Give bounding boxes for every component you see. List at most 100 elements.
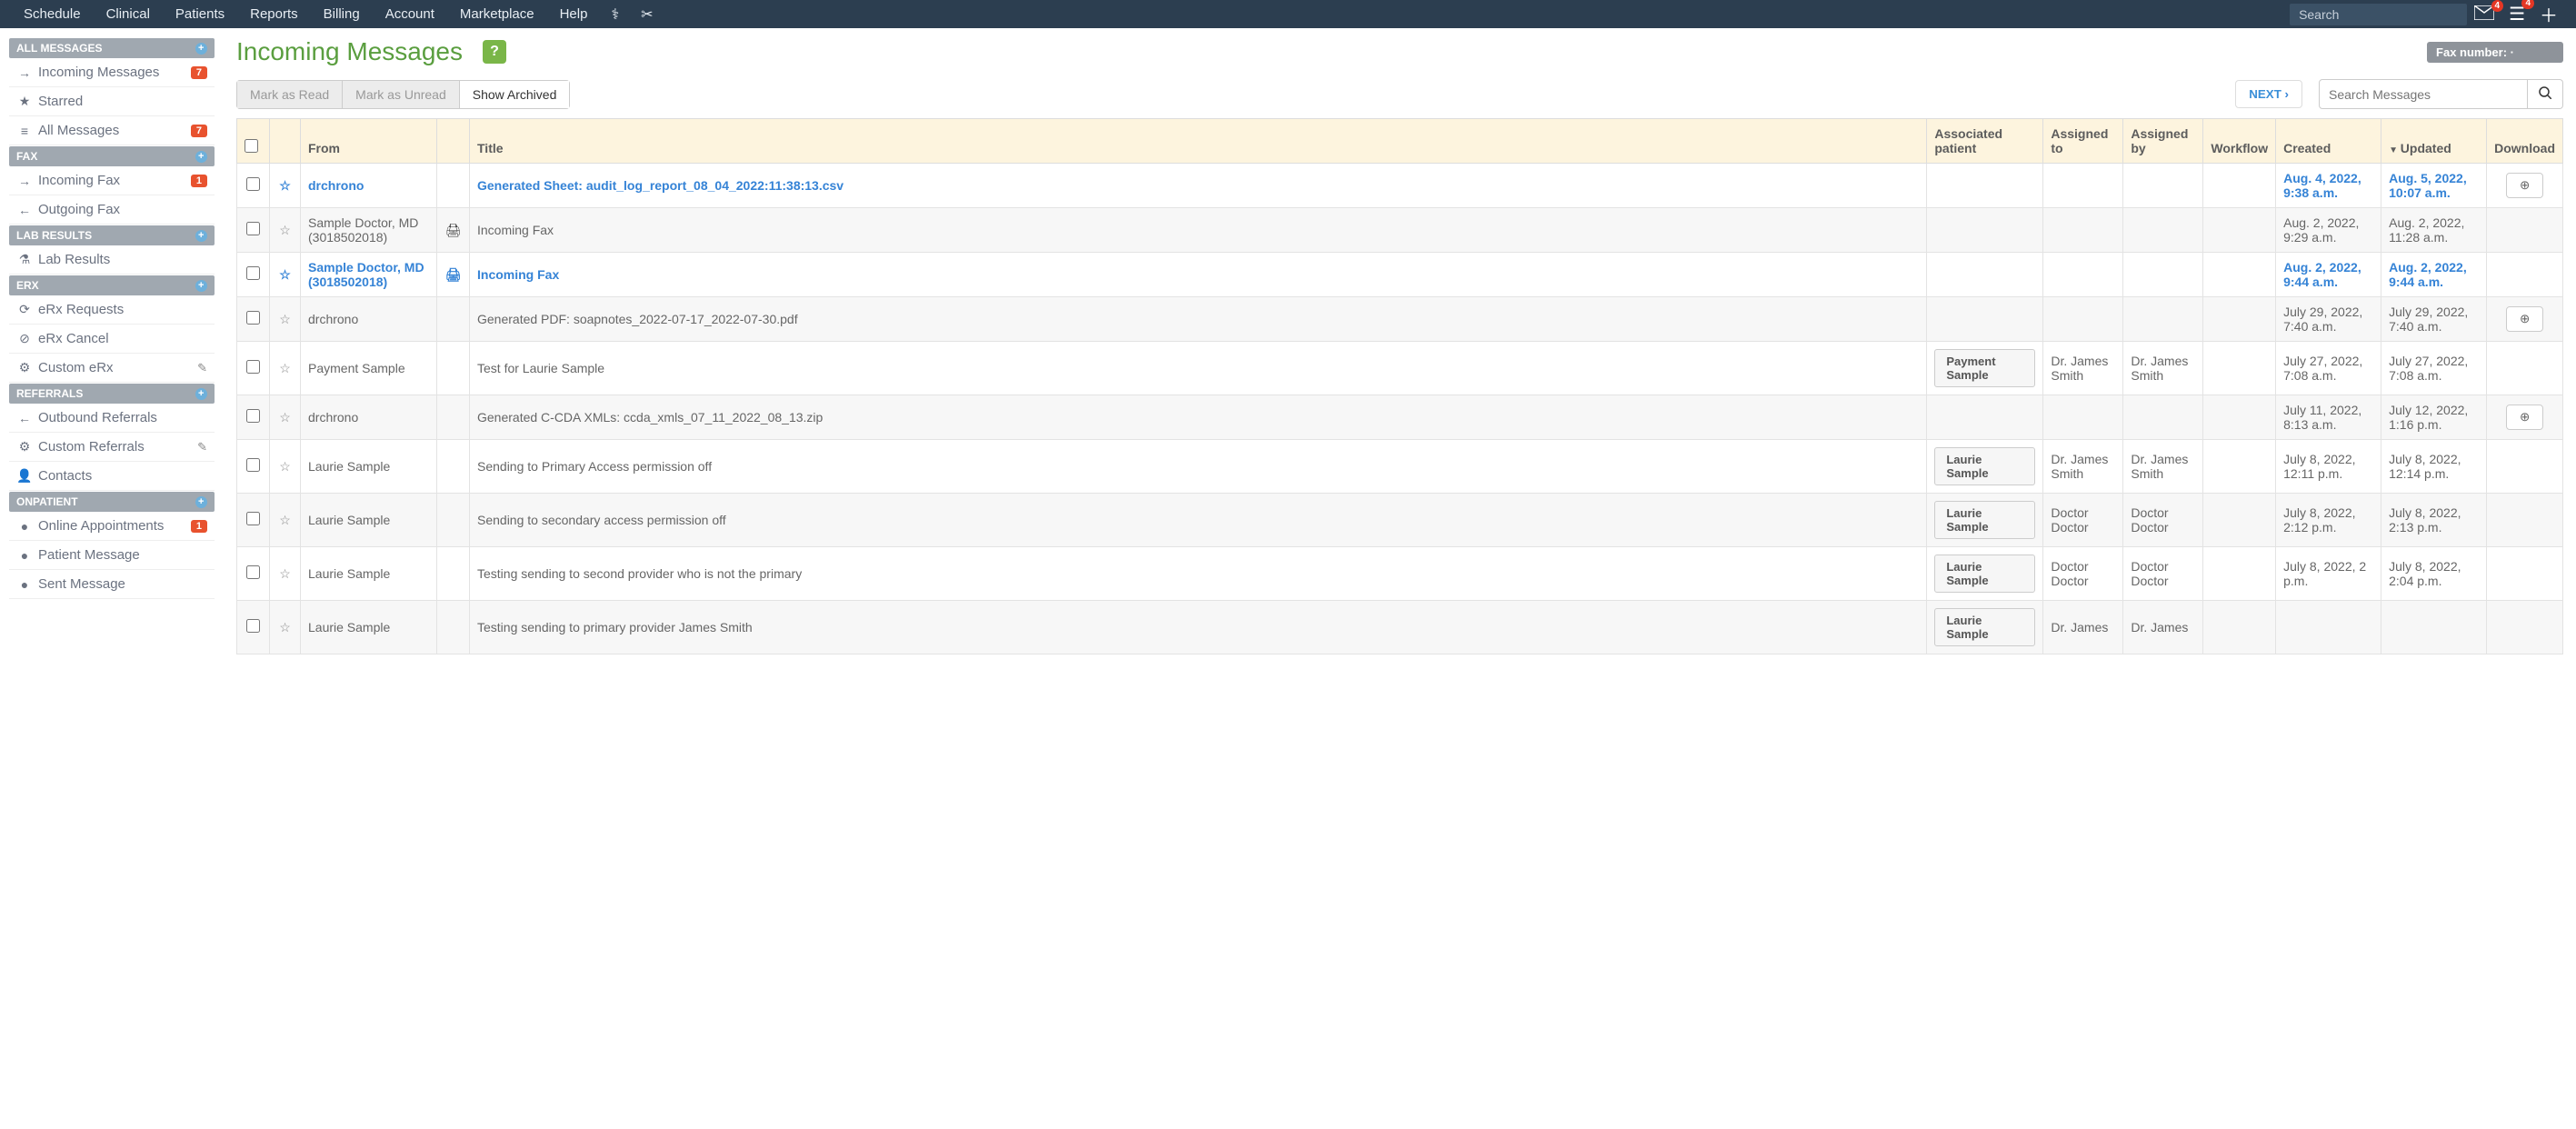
col-assigned-to[interactable]: Assigned to (2043, 119, 2123, 164)
row-checkbox[interactable] (246, 409, 260, 423)
patient-chip[interactable]: Payment Sample (1934, 349, 2035, 387)
table-row[interactable]: ☆ Sample Doctor, MD (3018502018) 🖨 Incom… (237, 253, 2563, 297)
plus-circle-icon[interactable] (195, 280, 207, 292)
sidebar-group-lab-results[interactable]: LAB RESULTS (9, 225, 215, 245)
plus-circle-icon[interactable] (195, 43, 207, 55)
download-button[interactable]: ⊕ (2506, 306, 2543, 332)
search-messages-button[interactable] (2528, 79, 2563, 109)
title-cell[interactable]: Generated PDF: soapnotes_2022-07-17_2022… (477, 312, 798, 326)
star-icon[interactable]: ☆ (279, 223, 291, 237)
plus-circle-icon[interactable] (195, 496, 207, 508)
row-checkbox[interactable] (246, 458, 260, 472)
col-created[interactable]: Created (2276, 119, 2381, 164)
scissors-icon[interactable]: ✂ (630, 5, 664, 24)
col-workflow[interactable]: Workflow (2203, 119, 2276, 164)
star-icon[interactable]: ☆ (279, 620, 291, 634)
sidebar-item-contacts[interactable]: 👤Contacts (9, 462, 215, 491)
patient-chip[interactable]: Laurie Sample (1934, 608, 2035, 646)
print-icon[interactable]: 🖨 (445, 267, 462, 282)
plus-circle-icon[interactable] (195, 230, 207, 242)
sidebar-item-incoming-fax[interactable]: →Incoming Fax1 (9, 166, 215, 195)
sidebar-group-all-messages[interactable]: ALL MESSAGES (9, 38, 215, 58)
title-cell[interactable]: Testing sending to second provider who i… (477, 566, 802, 581)
nav-item-marketplace[interactable]: Marketplace (447, 6, 547, 22)
col-from[interactable]: From (301, 119, 437, 164)
help-icon[interactable]: ? (483, 40, 506, 64)
show-archived-button[interactable]: Show Archived (460, 80, 571, 109)
star-icon[interactable]: ☆ (279, 312, 291, 326)
mark-read-button[interactable]: Mark as Read (236, 80, 343, 109)
row-checkbox[interactable] (246, 619, 260, 633)
sidebar-item-starred[interactable]: ★Starred (9, 87, 215, 116)
nav-item-patients[interactable]: Patients (163, 6, 237, 22)
title-cell[interactable]: Incoming Fax (477, 267, 559, 282)
sidebar-item-outbound-referrals[interactable]: ←Outbound Referrals (9, 404, 215, 433)
caduceus-icon[interactable]: ⚕ (600, 5, 630, 24)
star-icon[interactable]: ☆ (279, 566, 291, 581)
sidebar-item-erx-requests[interactable]: ⟳eRx Requests (9, 295, 215, 325)
nav-item-reports[interactable]: Reports (237, 6, 311, 22)
sidebar-item-all-messages[interactable]: ≡All Messages7 (9, 116, 215, 145)
row-checkbox[interactable] (246, 311, 260, 325)
col-assigned-by[interactable]: Assigned by (2123, 119, 2203, 164)
sidebar-item-patient-message[interactable]: ●Patient Message (9, 541, 215, 570)
menu-icon[interactable]: ☰ 4 (2501, 3, 2532, 25)
sidebar-item-custom-erx[interactable]: ⚙Custom eRx✎ (9, 354, 215, 383)
select-all-checkbox[interactable] (245, 139, 258, 153)
pencil-icon[interactable]: ✎ (197, 440, 207, 455)
table-row[interactable]: ☆ Payment Sample Test for Laurie Sample … (237, 342, 2563, 395)
star-icon[interactable]: ☆ (279, 459, 291, 474)
title-cell[interactable]: Incoming Fax (477, 223, 554, 237)
sidebar-item-incoming-messages[interactable]: →Incoming Messages7 (9, 58, 215, 87)
print-icon[interactable]: 🖨 (445, 223, 462, 237)
add-icon[interactable]: ＋ (2532, 1, 2565, 27)
nav-item-billing[interactable]: Billing (311, 6, 373, 22)
title-cell[interactable]: Sending to secondary access permission o… (477, 513, 726, 527)
sidebar-item-custom-referrals[interactable]: ⚙Custom Referrals✎ (9, 433, 215, 462)
title-cell[interactable]: Generated C-CDA XMLs: ccda_xmls_07_11_20… (477, 410, 823, 425)
nav-item-account[interactable]: Account (373, 6, 447, 22)
sidebar-group-referrals[interactable]: REFERRALS (9, 384, 215, 404)
nav-item-clinical[interactable]: Clinical (94, 6, 163, 22)
global-search-input[interactable] (2290, 4, 2467, 25)
star-icon[interactable]: ☆ (279, 361, 291, 375)
table-row[interactable]: ☆ Laurie Sample Testing sending to secon… (237, 547, 2563, 601)
sidebar-item-outgoing-fax[interactable]: ←Outgoing Fax (9, 195, 215, 225)
star-icon[interactable]: ☆ (279, 178, 291, 193)
row-checkbox[interactable] (246, 565, 260, 579)
patient-chip[interactable]: Laurie Sample (1934, 447, 2035, 485)
sidebar-group-onpatient[interactable]: ONPATIENT (9, 492, 215, 512)
row-checkbox[interactable] (246, 222, 260, 235)
download-button[interactable]: ⊕ (2506, 173, 2543, 198)
col-patient[interactable]: Associated patient (1927, 119, 2043, 164)
star-icon[interactable]: ☆ (279, 410, 291, 425)
table-row[interactable]: ☆ Sample Doctor, MD (3018502018) 🖨 Incom… (237, 208, 2563, 253)
title-cell[interactable]: Testing sending to primary provider Jame… (477, 620, 753, 634)
sidebar-group-erx[interactable]: ERX (9, 275, 215, 295)
sidebar-item-sent-message[interactable]: ●Sent Message (9, 570, 215, 599)
search-messages-input[interactable] (2319, 79, 2528, 109)
col-download[interactable]: Download (2487, 119, 2563, 164)
patient-chip[interactable]: Laurie Sample (1934, 501, 2035, 539)
star-icon[interactable]: ☆ (279, 267, 291, 282)
download-button[interactable]: ⊕ (2506, 405, 2543, 430)
next-button[interactable]: NEXT › (2235, 80, 2302, 108)
nav-item-schedule[interactable]: Schedule (11, 6, 94, 22)
plus-circle-icon[interactable] (195, 151, 207, 163)
table-row[interactable]: ☆ Laurie Sample Sending to Primary Acces… (237, 440, 2563, 494)
table-row[interactable]: ☆ Laurie Sample Sending to secondary acc… (237, 494, 2563, 547)
row-checkbox[interactable] (246, 360, 260, 374)
row-checkbox[interactable] (246, 512, 260, 525)
table-row[interactable]: ☆ Laurie Sample Testing sending to prima… (237, 601, 2563, 654)
table-row[interactable]: ☆ drchrono Generated PDF: soapnotes_2022… (237, 297, 2563, 342)
sidebar-item-lab-results[interactable]: ⚗Lab Results (9, 245, 215, 275)
star-icon[interactable]: ☆ (279, 513, 291, 527)
mail-icon[interactable]: 4 (2467, 5, 2501, 23)
row-checkbox[interactable] (246, 177, 260, 191)
patient-chip[interactable]: Laurie Sample (1934, 555, 2035, 593)
sidebar-item-online-appointments[interactable]: ●Online Appointments1 (9, 512, 215, 541)
col-updated[interactable]: Updated (2381, 119, 2487, 164)
row-checkbox[interactable] (246, 266, 260, 280)
mark-unread-button[interactable]: Mark as Unread (343, 80, 460, 109)
plus-circle-icon[interactable] (195, 388, 207, 400)
